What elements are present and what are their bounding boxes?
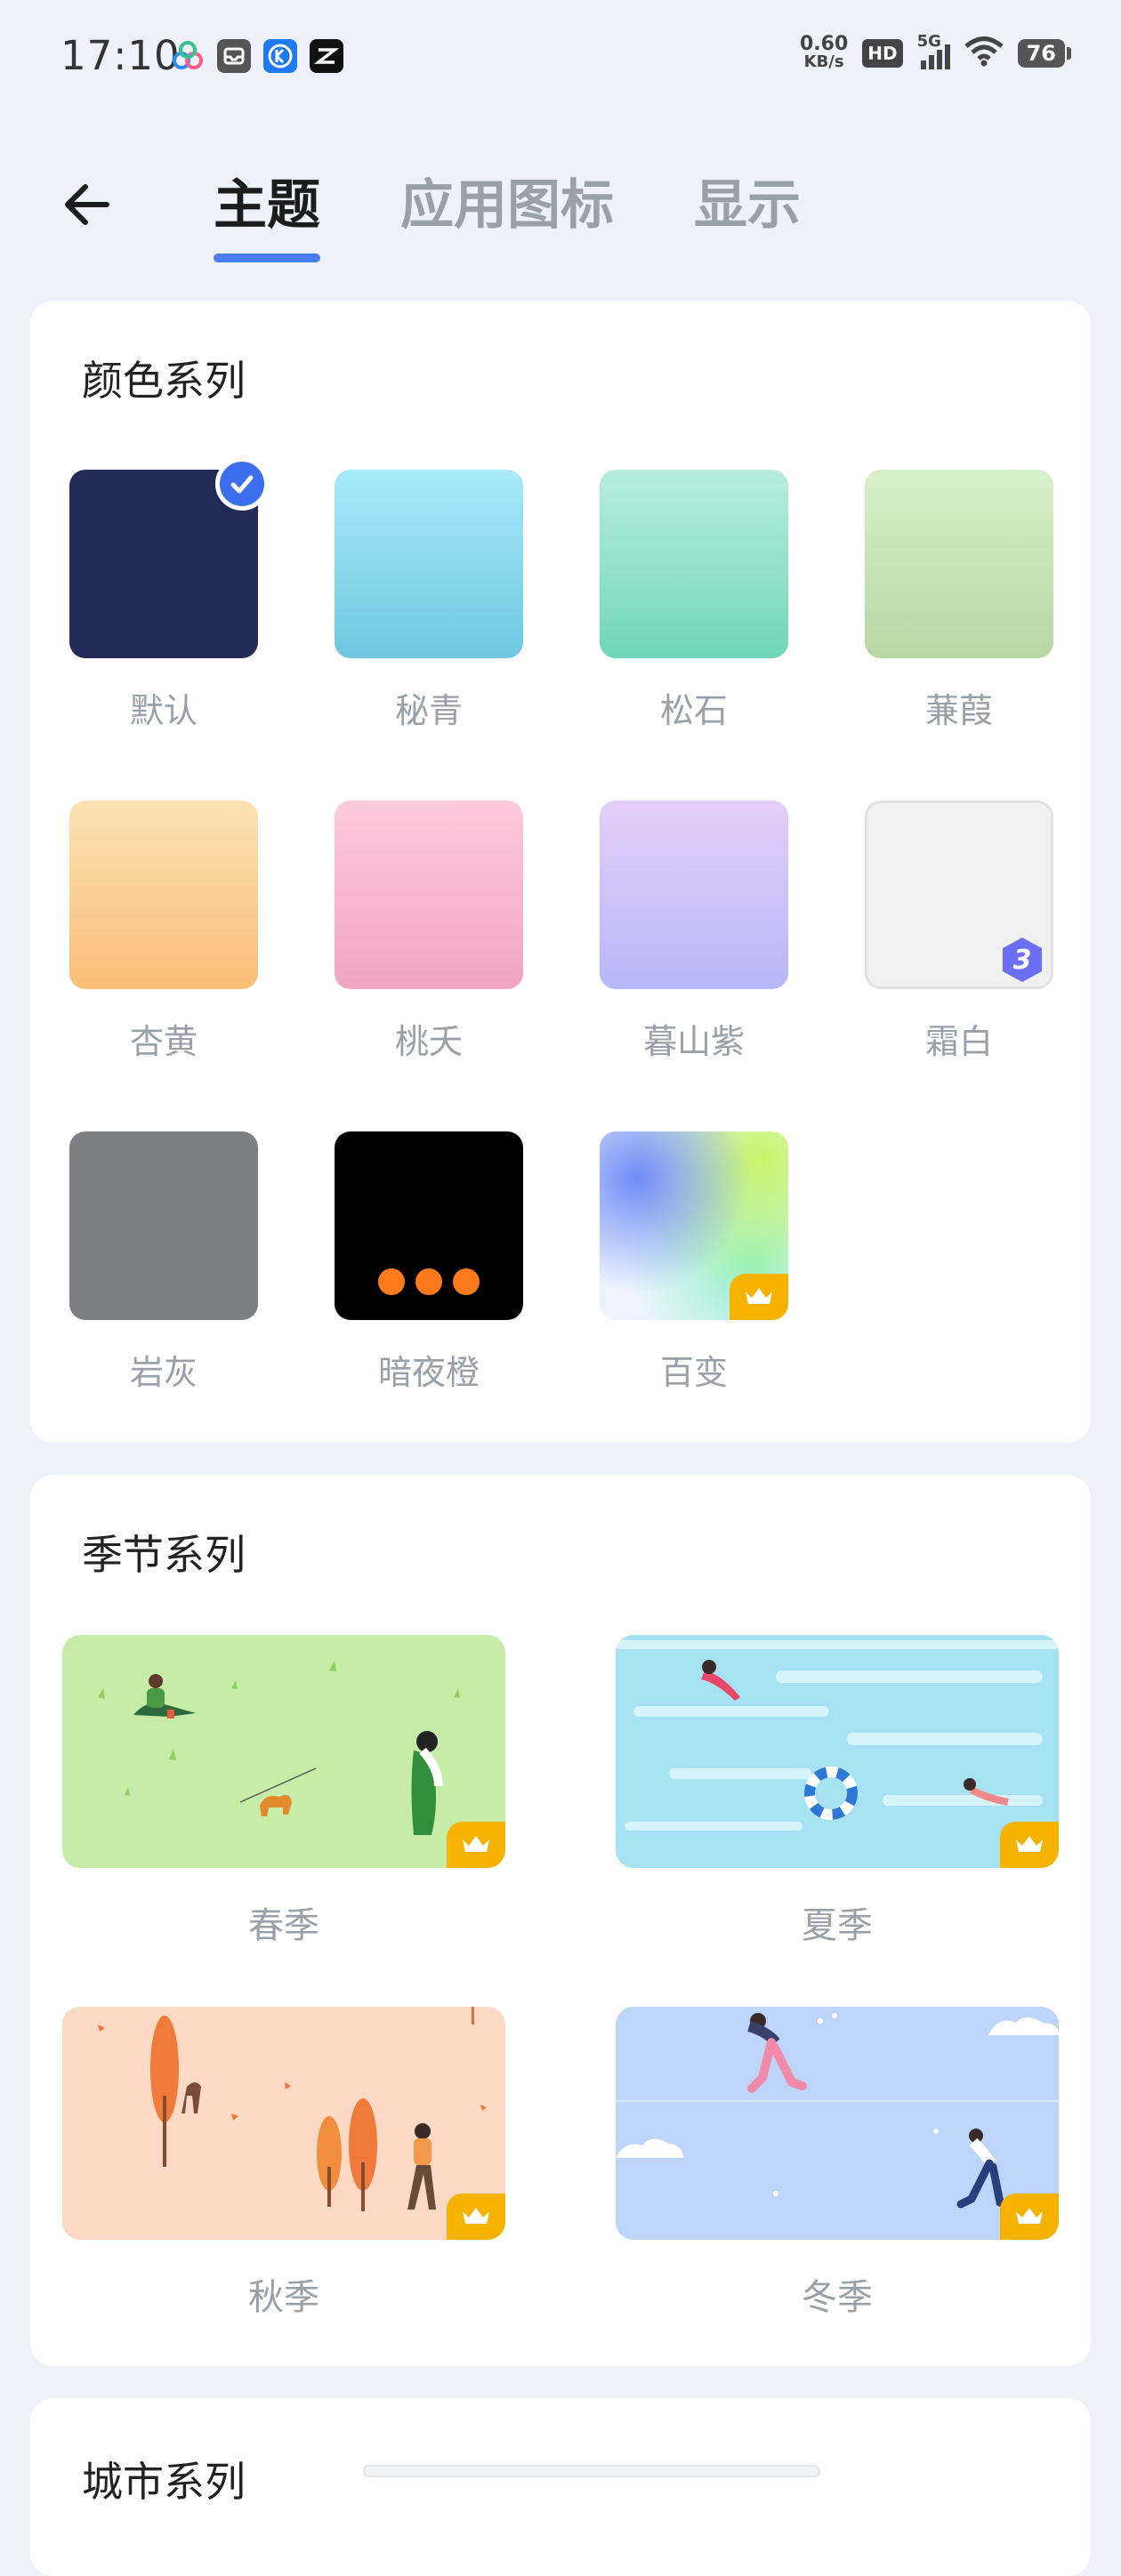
back-button[interactable] xyxy=(52,169,123,240)
color-series-card: 颜色系列 默认 秘青 松石 蒹葭 杏黄 桃夭 暮山紫 3 霜白 岩灰 暗夜橙 百… xyxy=(30,301,1091,1443)
network-speed: 0.60 KB/s xyxy=(799,33,849,71)
city-thumbnail-edge[interactable] xyxy=(363,2465,820,2477)
season-theme-winter[interactable]: 冬季 xyxy=(616,2007,1059,2320)
summer-illustration xyxy=(616,1640,1059,1831)
tab-bar: 主题 应用图标 显示 xyxy=(214,162,801,262)
swatch-label: 岩灰 xyxy=(129,1353,198,1392)
status-time: 17:10 xyxy=(60,32,181,79)
arrow-left-icon xyxy=(65,184,109,225)
scene-label: 秋季 xyxy=(248,2277,319,2318)
swatch-label: 百变 xyxy=(659,1353,728,1392)
section-title: 季节系列 xyxy=(82,1531,246,1579)
theme-swatch-night-orange[interactable]: 暗夜橙 xyxy=(335,1131,523,1394)
svg-text:3: 3 xyxy=(1013,945,1032,976)
season-theme-spring[interactable]: 春季 xyxy=(62,1635,505,1948)
status-bar: 17:10 0.60 KB/s HD 5G 76 xyxy=(0,0,1121,120)
hd-badge: HD xyxy=(862,39,903,68)
swatch-label: 暮山紫 xyxy=(642,1022,745,1061)
autumn-illustration xyxy=(98,2007,487,2211)
signal-icon: 5G xyxy=(917,32,950,69)
theme-swatch-default[interactable]: 默认 xyxy=(69,457,269,732)
scene-label: 夏季 xyxy=(802,1905,873,1946)
status-indicators: 0.60 KB/s HD 5G 76 xyxy=(799,32,1071,71)
theme-swatch-reed-green[interactable]: 蒹葭 xyxy=(865,470,1053,732)
selected-check-icon xyxy=(215,457,269,511)
wifi-icon xyxy=(964,36,1004,70)
swatch-label: 杏黄 xyxy=(129,1022,198,1061)
tab-display[interactable]: 显示 xyxy=(694,162,801,262)
theme-swatch-peach[interactable]: 桃夭 xyxy=(335,801,523,1063)
winter-illustration xyxy=(616,2013,1059,2210)
crown-icon xyxy=(447,1822,505,1868)
swatch-label: 桃夭 xyxy=(394,1022,463,1061)
season-series-card: 季节系列 春季 夏季 秋季 冬季 xyxy=(30,1475,1091,2366)
baidu-netdisk-icon xyxy=(171,39,205,73)
inbox-app-icon xyxy=(217,39,251,73)
tab-active-indicator xyxy=(214,254,320,262)
swatch-label: 蒹葭 xyxy=(924,691,993,730)
status-app-icons xyxy=(171,39,343,73)
orange-dots-icon xyxy=(335,1268,523,1295)
season-theme-autumn[interactable]: 秋季 xyxy=(62,2007,505,2320)
swatch-label: 霜白 xyxy=(924,1022,993,1061)
theme-swatch-apricot[interactable]: 杏黄 xyxy=(69,801,258,1063)
tab-app-icons[interactable]: 应用图标 xyxy=(400,162,614,262)
swatch-label: 松石 xyxy=(659,691,728,730)
season-theme-summer[interactable]: 夏季 xyxy=(616,1635,1059,1948)
swatch-label: 默认 xyxy=(129,691,198,730)
spring-illustration xyxy=(98,1661,460,1835)
battery-icon: 76 xyxy=(1017,39,1071,68)
city-series-card: 城市系列 xyxy=(30,2398,1091,2576)
theme-swatch-purple[interactable]: 暮山紫 xyxy=(600,801,788,1063)
header: 主题 应用图标 显示 xyxy=(0,142,1121,276)
crown-icon xyxy=(1000,2194,1059,2240)
scene-label: 冬季 xyxy=(802,2277,873,2318)
crown-icon xyxy=(730,1274,788,1320)
crown-icon xyxy=(1000,1822,1059,1868)
crown-icon xyxy=(447,2194,505,2240)
level-badge-icon: 3 xyxy=(997,935,1047,985)
theme-swatch-rock-gray[interactable]: 岩灰 xyxy=(69,1131,258,1394)
tab-theme[interactable]: 主题 xyxy=(214,162,320,262)
section-title: 城市系列 xyxy=(82,2458,246,2506)
theme-swatch-mint-blue[interactable]: 秘青 xyxy=(335,470,523,732)
section-title: 颜色系列 xyxy=(82,357,246,405)
theme-swatch-frost-white[interactable]: 3 霜白 xyxy=(865,801,1053,1063)
theme-swatch-turquoise[interactable]: 松石 xyxy=(600,470,788,732)
capcut-icon xyxy=(310,39,343,73)
swatch-label: 秘青 xyxy=(394,691,463,730)
theme-swatch-variety[interactable]: 百变 xyxy=(600,1131,788,1394)
scene-label: 春季 xyxy=(248,1905,319,1946)
swatch-label: 暗夜橙 xyxy=(377,1353,480,1392)
kugou-icon xyxy=(263,39,297,73)
